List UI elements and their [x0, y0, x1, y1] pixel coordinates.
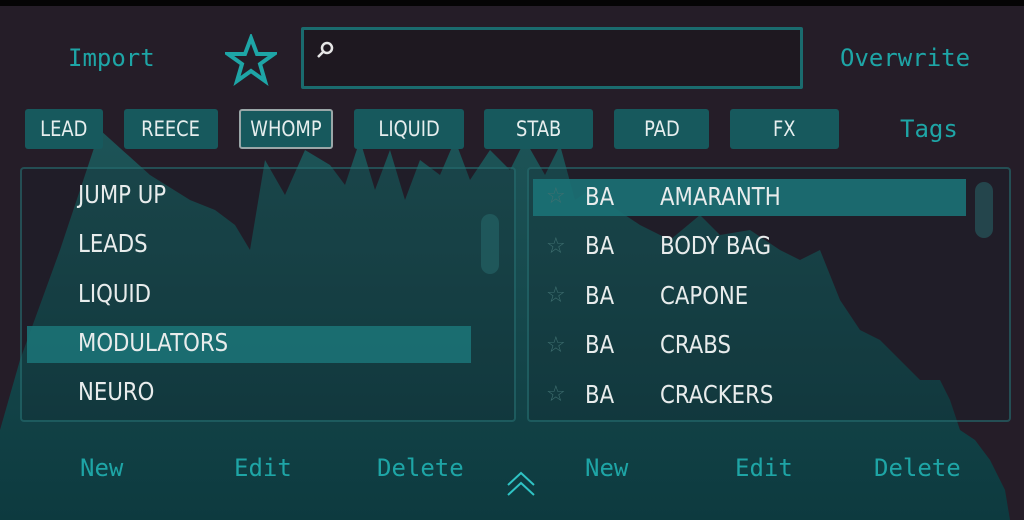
favorite-star-icon[interactable]: ☆ — [546, 184, 566, 209]
category-item[interactable]: NEURO — [78, 377, 154, 406]
category-delete-button[interactable]: Delete — [377, 454, 464, 482]
preset-name[interactable]: BODY BAG — [660, 231, 771, 260]
preset-name[interactable]: CRACKERS — [660, 380, 773, 409]
preset-delete-button[interactable]: Delete — [874, 454, 961, 482]
tag-stab[interactable]: STAB — [484, 109, 593, 149]
category-item[interactable]: LIQUID — [78, 279, 151, 308]
category-scrollbar[interactable] — [481, 214, 499, 274]
preset-edit-button[interactable]: Edit — [735, 454, 793, 482]
tags-button[interactable]: Tags — [900, 115, 958, 143]
import-button[interactable]: Import — [68, 44, 155, 72]
tag-pad[interactable]: PAD — [614, 109, 709, 149]
star-icon[interactable] — [225, 34, 277, 86]
preset-scrollbar[interactable] — [975, 182, 993, 238]
overwrite-button[interactable]: Overwrite — [840, 44, 970, 72]
category-new-button[interactable]: New — [80, 454, 123, 482]
tag-fx[interactable]: FX — [730, 109, 839, 149]
preset-author: BA — [585, 231, 615, 260]
preset-author: BA — [585, 380, 615, 409]
category-item-selected[interactable]: MODULATORS — [78, 328, 228, 357]
preset-new-button[interactable]: New — [585, 454, 628, 482]
favorite-star-icon[interactable]: ☆ — [546, 382, 566, 407]
tag-whomp[interactable]: WHOMP — [239, 109, 333, 149]
favorite-star-icon[interactable]: ☆ — [546, 234, 566, 259]
preset-author: BA — [585, 281, 615, 310]
tag-lead[interactable]: LEAD — [25, 109, 103, 149]
category-item[interactable]: JUMP UP — [78, 180, 166, 209]
tag-liquid[interactable]: LIQUID — [354, 109, 464, 149]
category-item[interactable]: LEADS — [78, 229, 148, 258]
preset-name[interactable]: CRABS — [660, 330, 731, 359]
category-edit-button[interactable]: Edit — [234, 454, 292, 482]
favorite-star-icon[interactable]: ☆ — [546, 333, 566, 358]
search-input[interactable] — [301, 27, 803, 89]
preset-author: BA — [585, 330, 615, 359]
chevron-up-icon[interactable] — [506, 469, 536, 499]
preset-author: BA — [585, 182, 615, 211]
preset-name[interactable]: AMARANTH — [660, 182, 781, 211]
favorite-star-icon[interactable]: ☆ — [546, 283, 566, 308]
tag-reece[interactable]: REECE — [124, 109, 218, 149]
preset-name[interactable]: CAPONE — [660, 281, 748, 310]
search-icon — [317, 41, 334, 58]
